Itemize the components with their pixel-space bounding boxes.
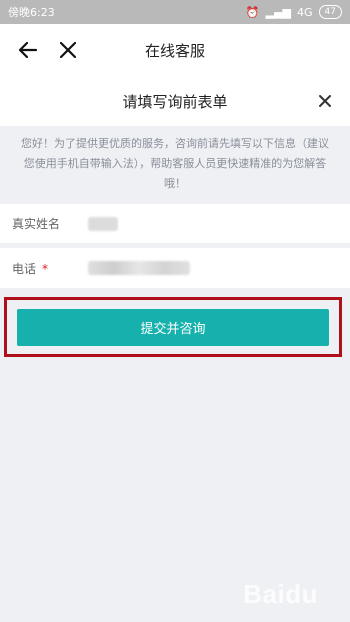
form-close-icon[interactable] bbox=[316, 92, 334, 110]
name-field-label: 真实姓名 bbox=[12, 217, 61, 231]
phone-field-value-redacted[interactable] bbox=[88, 261, 190, 275]
submit-highlight-frame: 提交并咨询 bbox=[4, 297, 342, 357]
name-field-row[interactable]: 真实姓名 bbox=[0, 204, 350, 244]
phone-field-label: 电话 * bbox=[12, 260, 88, 277]
baidu-watermark: Baidu bbox=[243, 579, 318, 609]
name-field-value-redacted[interactable] bbox=[88, 216, 118, 231]
signal-icon: ▂▄▆ bbox=[265, 5, 292, 19]
status-icons: ⏰ ▂▄▆ 4G 47 bbox=[246, 5, 342, 19]
phone-field-row[interactable]: 电话 * bbox=[0, 248, 350, 288]
battery-indicator: 47 bbox=[318, 5, 342, 19]
status-bar: 傍晚6:23 ⏰ ▂▄▆ 4G 47 bbox=[0, 0, 350, 24]
form-header: 请填写询前表单 bbox=[0, 78, 350, 126]
required-mark: * bbox=[42, 261, 49, 276]
form-notice: 您好！为了提供更优质的服务，咨询前请先填写以下信息（建议您使用手机自带输入法），… bbox=[0, 126, 350, 204]
submit-consult-button[interactable]: 提交并咨询 bbox=[17, 309, 329, 346]
page-title: 在线客服 bbox=[144, 42, 205, 60]
alarm-icon: ⏰ bbox=[245, 5, 260, 19]
top-nav-bar: 在线客服 bbox=[0, 24, 350, 78]
status-time: 傍晚6:23 bbox=[8, 6, 55, 19]
form-title: 请填写询前表单 bbox=[122, 93, 228, 111]
phone-label-text: 电话 bbox=[12, 261, 37, 276]
network-label: 4G bbox=[297, 5, 313, 19]
